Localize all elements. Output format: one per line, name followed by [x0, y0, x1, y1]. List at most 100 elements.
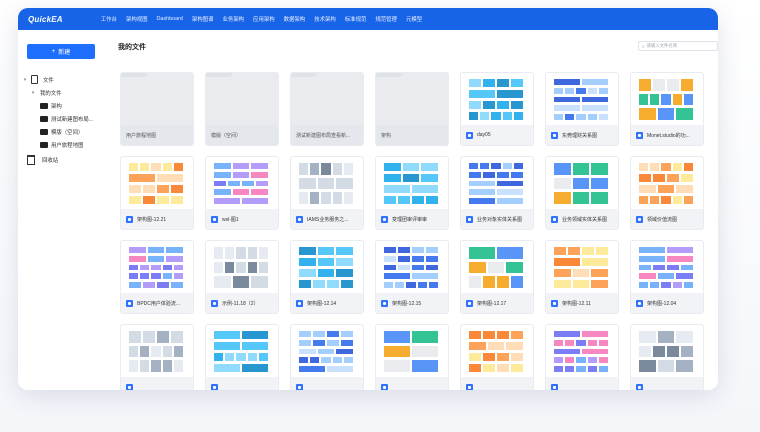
file-card[interactable]: 业务对象实体关系图: [460, 156, 534, 230]
file-card[interactable]: IAMS业务服务之...: [290, 156, 364, 230]
nav-item-data[interactable]: 数据架构: [284, 15, 306, 23]
diagram-block: [483, 171, 495, 178]
diagram-block: [502, 112, 512, 120]
diagram-block: [565, 114, 575, 120]
tree-item-arch-folder[interactable]: 架构: [18, 99, 106, 112]
diagram-block: [639, 247, 665, 253]
diagram-block: [681, 264, 693, 271]
diagram-block: [313, 280, 325, 288]
chevron-down-icon[interactable]: ▾: [22, 77, 28, 83]
diagram-block: [497, 171, 509, 178]
tree-item-recycle-bin[interactable]: 回收站: [18, 153, 106, 166]
diagram-block: [497, 189, 523, 196]
card-label: 模版（空间）: [206, 125, 278, 145]
diagram-block: [587, 357, 597, 364]
diagram-block: [412, 185, 438, 193]
file-card[interactable]: [630, 324, 704, 390]
tree-item-files[interactable]: ▾ 文件: [18, 73, 106, 86]
file-card[interactable]: 示例-11.18（2）: [205, 240, 279, 314]
file-card[interactable]: 领域价值流图: [630, 156, 704, 230]
nav-item-standards[interactable]: 标准规范: [345, 15, 367, 23]
diagram-block: [554, 163, 571, 175]
nav-item-arch-graph[interactable]: 架构图谱: [192, 15, 214, 23]
folder-thumbnail: [206, 73, 278, 127]
diagram-block: [650, 196, 660, 204]
diagram-block: [147, 255, 165, 262]
file-card[interactable]: 架构图-12.17: [460, 240, 534, 314]
file-card[interactable]: [290, 324, 364, 390]
diagram-block: [483, 353, 495, 361]
diagram-block: [572, 280, 590, 288]
diagram-block: [343, 192, 353, 204]
folder-card[interactable]: 架构: [375, 72, 449, 146]
diagram-block: [572, 177, 590, 190]
tree-item-template-folder[interactable]: 模版（空间）: [18, 125, 106, 138]
chevron-down-icon[interactable]: ▾: [30, 90, 36, 96]
file-card[interactable]: 业务领域实体关系图: [545, 156, 619, 230]
file-card[interactable]: [545, 324, 619, 390]
diagram-block: [299, 357, 309, 364]
diagram-block: [157, 331, 169, 343]
folder-card[interactable]: 用户旅程地图: [120, 72, 194, 146]
diagram-block: [166, 247, 183, 253]
nav-item-metamodel[interactable]: 元模型: [406, 15, 422, 23]
card-label: 东莞理财关系图: [546, 125, 618, 145]
tree-item-my-files[interactable]: ▾ 我的文件: [18, 86, 106, 99]
diagram-block: [511, 101, 523, 109]
diagram-block: [232, 171, 250, 178]
new-button[interactable]: + 新建: [27, 44, 95, 59]
nav-item-rules[interactable]: 规范管理: [375, 15, 397, 23]
plus-icon: +: [51, 48, 56, 55]
card-title: 东莞理财关系图: [562, 132, 598, 139]
card-title: 架构图-12.17: [477, 300, 507, 307]
app-logo[interactable]: QuickEA: [28, 15, 63, 24]
file-card[interactable]: day05: [460, 72, 534, 146]
diagram-block: [653, 264, 665, 271]
diagram-block: [143, 331, 155, 343]
diagram-thumbnail: [461, 325, 533, 379]
nav-item-business[interactable]: 业务架构: [222, 15, 244, 23]
file-card[interactable]: 架构图-12.15: [375, 240, 449, 314]
file-card[interactable]: 变理团审评审审: [375, 156, 449, 230]
diagram-block: [313, 339, 325, 346]
folder-card[interactable]: 测试新建图布局查看新...: [290, 72, 364, 146]
nav-item-application[interactable]: 应用架构: [253, 15, 275, 23]
folder-card[interactable]: 模版（空间）: [205, 72, 279, 146]
nav-item-arch-view[interactable]: 架构视图: [126, 15, 148, 23]
search-input[interactable]: ⌕ 请输入文件名称: [638, 41, 718, 51]
file-card[interactable]: BPDC用户体验流...: [120, 240, 194, 314]
file-card[interactable]: [375, 324, 449, 390]
file-card[interactable]: 架构图-12.04: [630, 240, 704, 314]
file-card[interactable]: 架构图-12.11: [545, 240, 619, 314]
file-card[interactable]: 架构图-12.21: [120, 156, 194, 230]
diagram-thumbnail: [631, 73, 703, 127]
file-card[interactable]: 架构图-12.14: [290, 240, 364, 314]
file-card[interactable]: Monet.studio的功...: [630, 72, 704, 146]
diagram-block: [299, 331, 311, 337]
diagram-block: [497, 198, 523, 204]
nav-item-tech[interactable]: 技术架构: [314, 15, 336, 23]
diagram-thumbnail: [376, 325, 448, 379]
tree-item-test-folder[interactable]: 测试新建图布局...: [18, 112, 106, 125]
tree-item-journey-folder[interactable]: 用户旅程地图: [18, 138, 106, 151]
nav-item-dashboard[interactable]: Dashboard: [157, 16, 183, 22]
file-card[interactable]: [120, 324, 194, 390]
diagram-block: [140, 163, 150, 171]
nav-item-workbench[interactable]: 工作台: [101, 15, 117, 23]
diagram-block: [469, 101, 481, 109]
diagram-block: [639, 174, 651, 182]
diagram-block: [140, 345, 150, 358]
file-card[interactable]: wsl-图1: [205, 156, 279, 230]
card-title: wsl-图1: [222, 216, 239, 223]
diagram-block: [317, 348, 335, 355]
main-content: 我的文件 ⌕ 请输入文件名称 用户旅程地图 模版（空间） 测试新建图布局查看新...…: [106, 30, 718, 390]
diagram-file-icon: [551, 299, 558, 307]
diagram-block: [657, 360, 675, 372]
file-card[interactable]: [460, 324, 534, 390]
diagram-block: [639, 345, 651, 358]
file-card[interactable]: [205, 324, 279, 390]
file-card[interactable]: 东莞理财关系图: [545, 72, 619, 146]
diagram-block: [140, 264, 150, 271]
tree-item-label: 用户旅程地图: [51, 142, 84, 149]
diagram-file-icon: [296, 383, 303, 390]
